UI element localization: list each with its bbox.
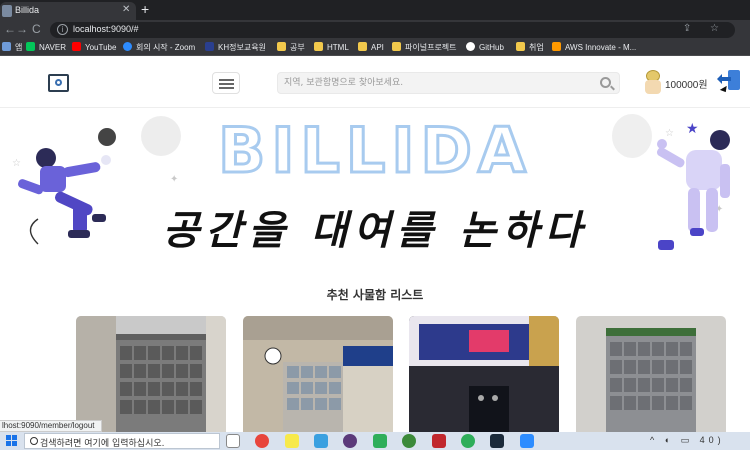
forward-button[interactable]: → bbox=[16, 22, 28, 36]
locker-card[interactable] bbox=[409, 316, 559, 434]
status-link-preview: lhost:9090/member/logout bbox=[0, 420, 102, 432]
hand-shape bbox=[645, 80, 661, 94]
hero-banner: ☆ ✦ ☆ ✦ ★ BILLIDA 공간을 대여를 논하다 bbox=[0, 108, 750, 280]
logo-dial bbox=[55, 79, 62, 86]
screen: Billida ✕ + ← → C i localhost:9090/# ⇪ ☆… bbox=[0, 0, 750, 450]
app-icon[interactable] bbox=[461, 434, 475, 448]
folder-icon bbox=[392, 42, 401, 51]
locker-card[interactable] bbox=[576, 316, 726, 434]
task-view-icon[interactable] bbox=[226, 434, 240, 448]
bookmark-folder-api[interactable]: API bbox=[358, 42, 384, 54]
kakaotalk-icon[interactable] bbox=[285, 434, 299, 448]
address-url[interactable]: localhost:9090/# bbox=[73, 24, 139, 34]
coin-wallet-icon bbox=[645, 70, 661, 94]
github-icon bbox=[466, 42, 475, 51]
chrome-icon[interactable] bbox=[255, 434, 269, 448]
bookmark-folder-job[interactable]: 취업 bbox=[516, 42, 544, 54]
bookmark-apps[interactable]: 앱 bbox=[2, 42, 22, 54]
windows-start-icon[interactable] bbox=[6, 435, 18, 447]
bookmark-folder-html[interactable]: HTML bbox=[314, 42, 349, 54]
back-button[interactable]: ← bbox=[4, 22, 16, 36]
apps-icon bbox=[2, 42, 11, 51]
app-icon[interactable] bbox=[373, 434, 387, 448]
app-icon[interactable] bbox=[490, 434, 504, 448]
site-logo-icon[interactable] bbox=[48, 74, 69, 92]
browser-toolbar: ← → C i localhost:9090/# ⇪ ☆ bbox=[0, 20, 750, 40]
page-favicon-icon bbox=[2, 5, 12, 17]
search-icon[interactable] bbox=[600, 77, 611, 88]
reload-button[interactable]: C bbox=[32, 22, 41, 36]
zoom-icon[interactable] bbox=[520, 434, 534, 448]
locker-photo bbox=[576, 316, 726, 434]
browser-tab[interactable]: Billida ✕ bbox=[0, 2, 136, 20]
bookmarks-bar: 앱 NAVER YouTube 회의 시작 - Zoom KH정보교육원 공부 … bbox=[0, 40, 750, 56]
browser-tab-strip: Billida ✕ + bbox=[0, 0, 750, 20]
section-title: 추천 사물함 리스트 bbox=[326, 288, 424, 302]
kh-icon bbox=[205, 42, 214, 51]
folder-icon bbox=[314, 42, 323, 51]
omnibox-action-icons[interactable]: ⇪ ☆ bbox=[683, 23, 727, 34]
site-header: 100000원 bbox=[0, 58, 750, 108]
taskbar-search[interactable]: 검색하려면 여기에 입력하십시오. bbox=[24, 433, 220, 449]
system-tray[interactable]: ^ ◐ ▭ 40) bbox=[650, 435, 725, 446]
search-bar bbox=[277, 72, 620, 94]
search-input[interactable] bbox=[284, 75, 584, 91]
aws-icon bbox=[552, 42, 561, 51]
bookmark-folder-study[interactable]: 공부 bbox=[277, 42, 305, 54]
menu-bar-icon bbox=[219, 79, 234, 81]
search-icon bbox=[30, 437, 38, 445]
locker-card[interactable] bbox=[243, 316, 393, 434]
app-icon[interactable] bbox=[343, 434, 357, 448]
tab-title: Billida bbox=[15, 5, 40, 15]
exit-arrow bbox=[717, 74, 731, 84]
locker-card[interactable] bbox=[76, 316, 226, 434]
folder-icon bbox=[358, 42, 367, 51]
hero-subtitle: 공간을 대여를 논하다 bbox=[162, 208, 588, 254]
bookmark-folder-final[interactable]: 파이널프로젝트 bbox=[392, 42, 457, 54]
site-info-icon[interactable]: i bbox=[57, 24, 68, 35]
youtube-icon bbox=[72, 42, 81, 51]
locker-photo bbox=[243, 316, 393, 434]
locker-photo bbox=[409, 316, 559, 434]
folder-icon bbox=[277, 42, 286, 51]
taskbar-search-text: 검색하려면 여기에 입력하십시오. bbox=[40, 439, 165, 449]
bookmark-kh[interactable]: KH정보교육원 bbox=[205, 42, 266, 54]
app-icon[interactable] bbox=[432, 434, 446, 448]
bookmark-youtube[interactable]: YouTube bbox=[72, 42, 116, 54]
bookmark-github[interactable]: GitHub bbox=[466, 42, 504, 54]
app-icon[interactable] bbox=[314, 434, 328, 448]
hero-title: BILLIDA bbox=[217, 113, 532, 189]
close-tab-icon[interactable]: ✕ bbox=[122, 4, 130, 15]
app-icon[interactable] bbox=[402, 434, 416, 448]
menu-toggle-button[interactable] bbox=[212, 72, 240, 94]
bookmark-aws[interactable]: AWS Innovate - M... bbox=[552, 42, 636, 54]
windows-taskbar: 검색하려면 여기에 입력하십시오. ^ ◐ ▭ 40) bbox=[0, 432, 750, 450]
zoom-icon bbox=[123, 42, 132, 51]
locker-photo bbox=[76, 316, 226, 434]
address-bar[interactable]: i localhost:9090/# ⇪ ☆ bbox=[50, 22, 735, 38]
naver-icon bbox=[26, 42, 35, 51]
menu-bar-icon bbox=[219, 87, 234, 89]
balance-amount: 100000원 bbox=[665, 80, 708, 91]
bookmark-zoom[interactable]: 회의 시작 - Zoom bbox=[123, 42, 195, 54]
menu-bar-icon bbox=[219, 83, 234, 85]
new-tab-button[interactable]: + bbox=[141, 1, 149, 17]
folder-icon bbox=[516, 42, 525, 51]
bookmark-naver[interactable]: NAVER bbox=[26, 42, 66, 54]
